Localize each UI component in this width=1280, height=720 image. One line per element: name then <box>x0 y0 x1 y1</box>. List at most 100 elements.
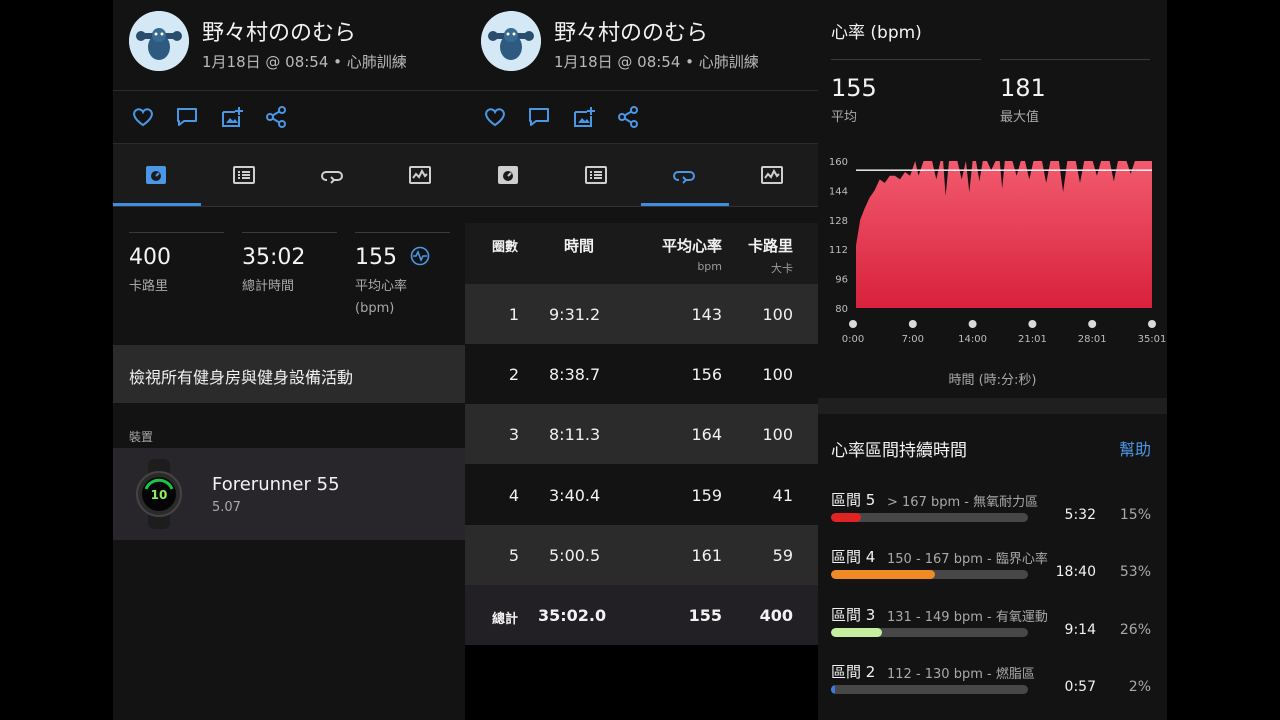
tab-summary[interactable] <box>113 144 201 206</box>
tab-laps[interactable] <box>201 144 289 206</box>
list-tab-icon <box>585 166 607 184</box>
tab-repeat[interactable] <box>289 144 377 206</box>
col-calories-unit: 大卡 <box>771 262 793 275</box>
browse-label: 檢視所有健身房與健身設備活動 <box>129 368 354 387</box>
user-name[interactable]: 野々村ののむら <box>202 15 356 47</box>
zone-description: 112 - 130 bpm - 燃脂區 <box>887 667 1035 682</box>
share-icon[interactable] <box>616 105 640 129</box>
stat-total-time: 35:02 總計時間 <box>242 232 337 298</box>
tab-charts[interactable] <box>729 144 817 206</box>
device-section-label: 裝置 <box>129 430 154 444</box>
action-bar <box>465 91 818 144</box>
activity-summary-panel: 野々村ののむら 1月18日 @ 08:54 • 心肺訓練 400 卡路里 35:… <box>113 0 465 720</box>
stat-value: 35:02 <box>242 245 306 270</box>
zone-progress-fill <box>831 685 835 694</box>
y-tick-label: 112 <box>829 245 848 256</box>
lap-time: 3:40.4 <box>549 486 601 505</box>
zone-description: 131 - 149 bpm - 有氧運動 <box>887 610 1048 625</box>
table-row[interactable]: 1 9:31.2 143 100 <box>465 284 818 344</box>
stat-avg-heart-rate: 155 平均心率 (bpm) <box>355 232 450 320</box>
share-icon[interactable] <box>264 105 288 129</box>
table-row[interactable]: 5 5:00.5 161 59 <box>465 525 818 585</box>
comment-icon[interactable] <box>527 105 551 129</box>
stat-label: 總計時間 <box>242 279 295 294</box>
tab-laps[interactable] <box>553 144 641 206</box>
zone-progress-track <box>831 685 1028 694</box>
lap-calories: 100 <box>762 305 793 324</box>
activity-header: 野々村ののむら 1月18日 @ 08:54 • 心肺訓練 <box>465 0 818 91</box>
zone-progress-track <box>831 628 1028 637</box>
list-tab-icon <box>233 166 255 184</box>
stat-max-hr: 181 最大值 <box>1000 74 1046 125</box>
chart-tab-icon <box>409 166 431 184</box>
browse-gym-activities-link[interactable]: 檢視所有健身房與健身設備活動 <box>113 345 465 403</box>
heart-rate-chart-title: 心率 (bpm) <box>831 23 922 43</box>
tab-charts[interactable] <box>377 144 465 206</box>
device-row[interactable]: 10 Forerunner 55 5.07 <box>113 448 465 540</box>
table-row[interactable]: 4 3:40.4 159 41 <box>465 465 818 525</box>
avg-hr-value: 155 <box>831 74 877 102</box>
x-tick-dot <box>1148 320 1156 328</box>
zone-time: 0:57 <box>1064 679 1096 695</box>
hr-zone-4: 區間 4 150 - 167 bpm - 臨界心率 18:40 53% <box>818 546 1167 598</box>
laps-table-header: 圈數 時間 平均心率 bpm 卡路里 大卡 <box>465 223 818 285</box>
zone-progress-fill <box>831 570 936 579</box>
help-link[interactable]: 幫助 <box>1119 436 1151 460</box>
loop-tab-icon <box>321 171 343 184</box>
stat-avg-hr: 155 平均 <box>831 74 877 125</box>
hr-zone-2: 區間 2 112 - 130 bpm - 燃脂區 0:57 2% <box>818 661 1167 713</box>
lap-calories: 100 <box>762 365 793 384</box>
like-heart-icon[interactable] <box>131 105 155 129</box>
loop-tab-icon <box>673 171 695 184</box>
y-tick-label: 160 <box>829 157 848 168</box>
avatar-image <box>481 11 541 71</box>
lap-hr: 159 <box>691 486 722 505</box>
zone-name: 區間 4 <box>831 548 876 566</box>
lap-calories: 100 <box>762 425 793 444</box>
stat-value: 400 <box>129 245 171 270</box>
lap-time: 5:00.5 <box>549 546 601 565</box>
lap-number: 1 <box>508 305 520 324</box>
total-calories: 400 <box>759 606 793 625</box>
comment-icon[interactable] <box>175 105 199 129</box>
zone-time: 5:32 <box>1064 507 1096 523</box>
avatar[interactable] <box>481 11 541 71</box>
table-row[interactable]: 2 8:38.7 156 100 <box>465 344 818 404</box>
divider <box>1000 59 1150 60</box>
stat-value: 155 <box>355 245 397 270</box>
avg-hr-label: 平均 <box>831 110 858 125</box>
lap-hr: 156 <box>691 365 722 384</box>
heart-rate-pulse-icon[interactable] <box>410 246 430 266</box>
heart-rate-panel: 心率 (bpm) 155 平均 181 最大值 80 96 112 128 144 160… <box>818 0 1167 720</box>
activity-meta: 1月18日 @ 08:54 • 心肺訓練 <box>554 53 759 71</box>
y-tick-label: 128 <box>829 216 848 227</box>
total-label: 總計 <box>492 612 519 627</box>
avatar[interactable] <box>129 11 189 71</box>
x-tick-dot <box>1028 320 1037 328</box>
x-tick-dot <box>849 320 857 328</box>
divider <box>831 59 981 60</box>
stopwatch-tab-icon <box>498 166 518 184</box>
chart-x-axis-label: 時間 (時:分:秒) <box>948 373 1037 388</box>
add-photo-icon[interactable] <box>572 105 596 129</box>
lap-number: 5 <box>508 546 520 565</box>
lap-hr: 164 <box>691 425 722 444</box>
lap-calories: 59 <box>772 546 793 565</box>
table-row[interactable]: 3 8:11.3 164 100 <box>465 404 818 464</box>
max-hr-value: 181 <box>1000 74 1046 102</box>
hr-zone-3: 區間 3 131 - 149 bpm - 有氧運動 9:14 26% <box>818 604 1167 656</box>
like-heart-icon[interactable] <box>483 105 507 129</box>
x-tick-dot <box>908 320 917 328</box>
tab-repeat[interactable] <box>641 144 729 206</box>
watch-icon: 10 <box>136 459 182 529</box>
user-name[interactable]: 野々村ののむら <box>554 15 708 47</box>
zone-percent: 2% <box>1128 679 1151 695</box>
lap-hr: 143 <box>691 305 722 324</box>
x-tick-label: 7:00 <box>902 334 924 345</box>
heart-rate-chart[interactable]: 80 96 112 128 144 160 0:00 7:00 14:00 21:01 28:01 3… <box>818 150 1167 350</box>
tab-summary[interactable] <box>465 144 553 206</box>
add-photo-icon[interactable] <box>220 105 244 129</box>
x-tick-label: 28:01 <box>1078 334 1107 345</box>
x-tick-dot <box>1088 320 1097 328</box>
col-calories: 卡路里 <box>747 237 793 255</box>
